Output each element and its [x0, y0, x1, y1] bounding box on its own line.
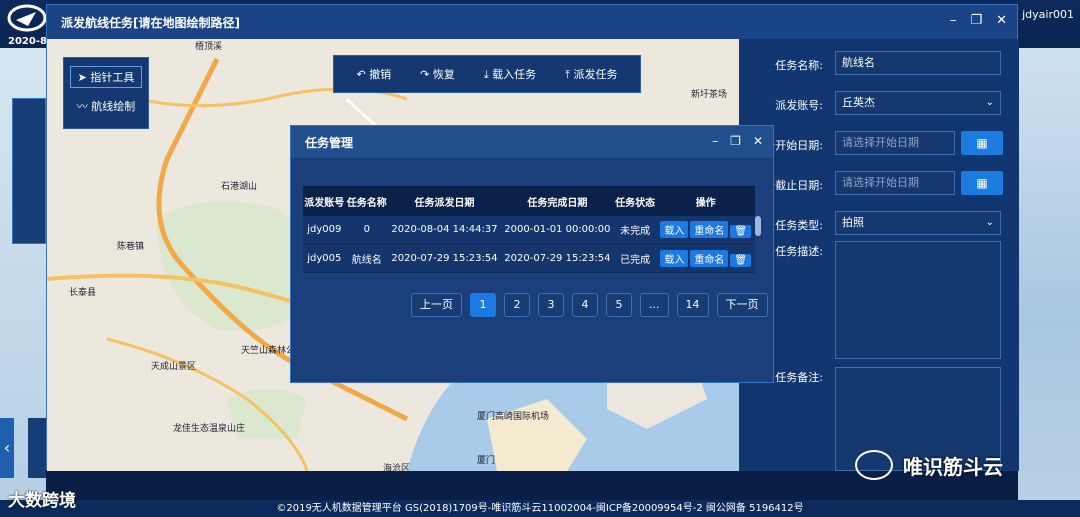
- map-label: 厦门: [477, 456, 496, 466]
- trash-icon[interactable]: 🗑: [730, 225, 752, 239]
- task-table: 派发账号 任务名称 任务派发日期 任务完成日期 任务状态 操作 jdy009 0…: [303, 186, 755, 273]
- column-header: 任务名称: [345, 186, 389, 216]
- minimize-icon[interactable]: –: [712, 134, 718, 148]
- app-logo-icon: [7, 4, 47, 32]
- complete-date-cell: 2000-01-01 00:00:00: [500, 216, 614, 245]
- task-name-input[interactable]: 航线名: [835, 51, 1001, 75]
- route-draw-button[interactable]: 〰 航线绘制: [70, 96, 142, 118]
- background-map-right: [1018, 48, 1080, 500]
- watermark-right: 唯识筋斗云: [855, 450, 1003, 480]
- calendar-icon[interactable]: ▦: [961, 171, 1003, 195]
- dispatch-date-cell: 2020-08-04 14:44:37: [388, 216, 501, 245]
- end-date-input[interactable]: 请选择开始日期: [835, 171, 955, 195]
- column-header: 派发账号: [303, 186, 346, 216]
- pointer-tool-button[interactable]: ➤ 指针工具: [70, 66, 142, 88]
- dispatch-date-cell: 2020-07-29 15:23:54: [388, 244, 501, 273]
- status-cell: 已完成: [613, 244, 657, 273]
- task-form: 任务名称: 航线名 派发账号: 丘英杰 ⌄ 务开始日期: 请选择开始日期 ▦ 务…: [739, 39, 1019, 471]
- footer-copyright: ©2019无人机数据管理平台 GS(2018)1709号-唯识筋斗云110020…: [0, 500, 1080, 517]
- actions-cell: 载入 重命名 🗑: [656, 244, 755, 273]
- account-select[interactable]: 丘英杰 ⌄: [835, 91, 1001, 115]
- rename-button[interactable]: 重命名: [690, 249, 729, 267]
- name-cell: 航线名: [345, 244, 389, 273]
- background-side-panel: [12, 98, 46, 244]
- actions-cell: 载入 重命名 🗑: [656, 216, 755, 245]
- page-button[interactable]: 14: [676, 293, 709, 317]
- account-cell: jdy005: [303, 244, 346, 273]
- chevron-down-icon: ⌄: [985, 97, 994, 108]
- column-header: 任务完成日期: [500, 186, 614, 216]
- user-name[interactable]: jdyair001: [1022, 8, 1074, 21]
- page-button[interactable]: 2: [504, 293, 530, 317]
- background-summary-panel: [28, 418, 46, 478]
- status-cell: 未完成: [613, 216, 657, 245]
- table-scrollbar[interactable]: [755, 216, 761, 236]
- load-button[interactable]: 载入: [660, 221, 689, 239]
- map-label: 长泰县: [69, 288, 97, 298]
- column-header: 操作: [656, 186, 755, 216]
- trash-icon[interactable]: 🗑: [730, 253, 752, 267]
- task-desc-textarea[interactable]: [835, 241, 1001, 359]
- download-icon: ⤓: [483, 68, 493, 81]
- minimize-icon[interactable]: –: [950, 13, 957, 28]
- undo-button[interactable]: ↶ 撤销: [356, 66, 391, 82]
- map-label: 天成山景区: [151, 362, 197, 372]
- calendar-icon[interactable]: ▦: [961, 131, 1003, 155]
- page-button[interactable]: 1: [470, 293, 496, 317]
- column-header: 任务派发日期: [388, 186, 501, 216]
- column-header: 任务状态: [613, 186, 657, 216]
- app-date: 2020-8-: [8, 36, 52, 47]
- account-cell: jdy009: [303, 216, 346, 245]
- watermark-left: 大数跨境: [8, 491, 76, 511]
- action-toolbar: ↶ 撤销 ↷ 恢复 ⤓ 载入任务 ⤒ 派发任务: [333, 55, 641, 93]
- dispatch-task-button[interactable]: ⤒ 派发任务: [565, 66, 617, 82]
- maximize-icon[interactable]: ❐: [730, 134, 741, 148]
- map-label: 龙佳生态温泉山庄: [173, 424, 246, 434]
- map-label: 石港湖山: [221, 182, 258, 192]
- page-button[interactable]: 4: [572, 293, 598, 317]
- chevron-down-icon: ⌄: [985, 217, 994, 228]
- pointer-icon: ➤: [77, 71, 91, 84]
- polyline-icon: 〰: [76, 100, 92, 113]
- map-label: 梧顶溪: [195, 42, 223, 52]
- task-name-label: 任务名称:: [775, 59, 823, 72]
- table-row: jdy009 0 2020-08-04 14:44:37 2000-01-01 …: [303, 216, 755, 245]
- load-task-button[interactable]: ⤓ 载入任务: [484, 66, 536, 82]
- rename-button[interactable]: 重命名: [690, 221, 729, 239]
- redo-button[interactable]: ↷ 恢复: [420, 66, 455, 82]
- maximize-icon[interactable]: ❐: [970, 13, 982, 28]
- task-manager-dialog: 任务管理 – ❐ ✕ 派发账号 任务名称 任务派发日期 任务完成日期 任务状态 …: [290, 125, 774, 383]
- task-type-select[interactable]: 拍照 ⌄: [835, 211, 1001, 235]
- pagination: 上一页 1 2 3 4 5 ... 14 下一页: [411, 293, 768, 317]
- wechat-icon: [855, 450, 893, 480]
- prev-page-button[interactable]: 上一页: [411, 293, 462, 317]
- map-label: 陈巷镇: [117, 242, 145, 252]
- name-cell: 0: [345, 216, 389, 245]
- next-page-button[interactable]: 下一页: [716, 293, 768, 317]
- task-dialog-title: 任务管理: [291, 126, 773, 158]
- redo-icon: ↷: [420, 68, 433, 81]
- close-icon[interactable]: ✕: [753, 134, 763, 148]
- close-icon[interactable]: ✕: [996, 13, 1007, 28]
- account-label: 派发账号:: [775, 99, 823, 112]
- start-date-input[interactable]: 请选择开始日期: [835, 131, 955, 155]
- page-button[interactable]: 5: [606, 293, 632, 317]
- map-label: 新圩茶场: [691, 90, 728, 100]
- map-label: 海沧区: [383, 464, 411, 471]
- map-tool-panel: ➤ 指针工具 〰 航线绘制: [63, 57, 149, 129]
- undo-icon: ↶: [356, 68, 370, 81]
- collapse-arrow-icon[interactable]: ‹: [0, 418, 14, 478]
- modal-title: 派发航线任务[请在地图绘制路径]: [47, 5, 1017, 39]
- complete-date-cell: 2020-07-29 15:23:54: [500, 244, 614, 273]
- page-ellipsis[interactable]: ...: [640, 293, 669, 317]
- load-button[interactable]: 载入: [660, 249, 689, 267]
- map-label: 厦门高崎国际机场: [477, 412, 550, 422]
- page-button[interactable]: 3: [538, 293, 564, 317]
- table-row: jdy005 航线名 2020-07-29 15:23:54 2020-07-2…: [303, 244, 755, 273]
